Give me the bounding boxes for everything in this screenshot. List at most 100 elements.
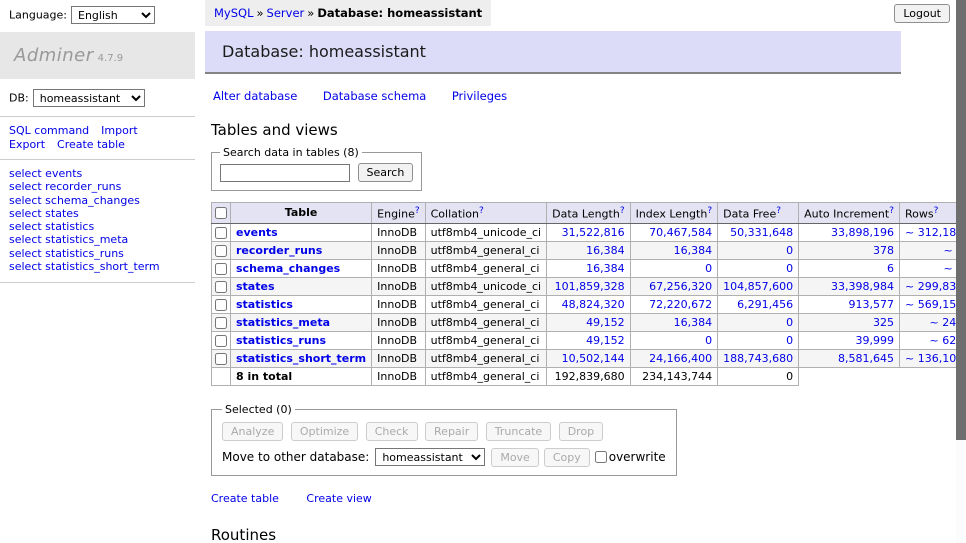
data-length-cell[interactable]: 49,152 <box>547 313 630 331</box>
import-link[interactable]: Import <box>101 124 138 137</box>
auto-increment-cell[interactable]: 39,999 <box>799 331 900 349</box>
total-engine: InnoDB <box>372 367 425 385</box>
index-length-cell[interactable]: 16,384 <box>630 313 718 331</box>
overwrite-checkbox[interactable] <box>595 451 607 463</box>
create-table-link[interactable]: Create table <box>211 492 279 505</box>
table-row: schema_changesInnoDButf8mb4_general_ci16… <box>212 259 966 277</box>
table-name-link[interactable]: statistics_short_term <box>236 352 366 365</box>
auto-increment-cell[interactable]: 325 <box>799 313 900 331</box>
logout-button[interactable]: Logout <box>894 4 950 23</box>
repair-button[interactable]: Repair <box>425 422 478 441</box>
db-select[interactable]: homeassistant <box>33 89 145 107</box>
select-all-checkbox[interactable] <box>215 207 227 219</box>
move-db-select[interactable]: homeassistant <box>375 448 485 466</box>
index-length-cell[interactable]: 70,467,584 <box>630 223 718 241</box>
move-button[interactable]: Move <box>491 448 539 467</box>
table-name-link[interactable]: events <box>236 226 278 239</box>
table-name-link[interactable]: statistics_runs <box>236 334 326 347</box>
column-help-link[interactable]: ? <box>889 206 894 216</box>
truncate-button[interactable]: Truncate <box>486 422 551 441</box>
table-name-link[interactable]: schema_changes <box>236 262 340 275</box>
row-checkbox[interactable] <box>215 245 227 257</box>
data-length-cell[interactable]: 49,152 <box>547 331 630 349</box>
column-help-link[interactable]: ? <box>776 206 781 216</box>
table-name-link[interactable]: statistics <box>236 298 293 311</box>
data-free-cell[interactable]: 50,331,648 <box>718 223 799 241</box>
language-select[interactable]: English <box>71 6 155 24</box>
sidebar-select-link[interactable]: select statistics_meta <box>9 233 195 246</box>
column-help-link[interactable]: ? <box>934 206 939 216</box>
data-length-cell[interactable]: 31,522,816 <box>547 223 630 241</box>
data-length-cell[interactable]: 48,824,320 <box>547 295 630 313</box>
analyze-button[interactable]: Analyze <box>222 422 283 441</box>
sidebar-select-link[interactable]: select states <box>9 207 195 220</box>
column-help-link[interactable]: ? <box>415 206 420 216</box>
sidebar-select-link[interactable]: select events <box>9 167 195 180</box>
column-help-link[interactable]: ? <box>620 206 625 216</box>
sidebar-select-link[interactable]: select recorder_runs <box>9 180 195 193</box>
auto-increment-cell[interactable]: 33,898,196 <box>799 223 900 241</box>
create-table-side-link[interactable]: Create table <box>57 138 125 151</box>
auto-increment-cell[interactable]: 6 <box>799 259 900 277</box>
table-name-link[interactable]: statistics_meta <box>236 316 330 329</box>
breadcrumb-mysql-link[interactable]: MySQL <box>214 6 254 20</box>
column-help-link[interactable]: ? <box>707 206 712 216</box>
table-name-cell: statistics_runs <box>231 331 372 349</box>
search-legend: Search data in tables (8) <box>220 146 362 159</box>
export-link[interactable]: Export <box>9 138 45 151</box>
row-checkbox-cell <box>212 295 231 313</box>
data-length-cell[interactable]: 16,384 <box>547 241 630 259</box>
breadcrumb-server-link[interactable]: Server <box>267 6 305 20</box>
data-free-cell[interactable]: 0 <box>718 259 799 277</box>
auto-increment-cell[interactable]: 378 <box>799 241 900 259</box>
sidebar-select-link[interactable]: select statistics <box>9 220 195 233</box>
row-checkbox[interactable] <box>215 263 227 275</box>
index-length-cell[interactable]: 72,220,672 <box>630 295 718 313</box>
table-name-cell: recorder_runs <box>231 241 372 259</box>
index-length-cell[interactable]: 0 <box>630 331 718 349</box>
scrollbar-track[interactable] <box>956 0 966 543</box>
auto-increment-cell[interactable]: 913,577 <box>799 295 900 313</box>
table-name-link[interactable]: recorder_runs <box>236 244 322 257</box>
index-length-cell[interactable]: 67,256,320 <box>630 277 718 295</box>
row-checkbox[interactable] <box>215 299 227 311</box>
check-button[interactable]: Check <box>366 422 418 441</box>
optimize-button[interactable]: Optimize <box>291 422 358 441</box>
index-length-cell[interactable]: 16,384 <box>630 241 718 259</box>
data-length-cell[interactable]: 101,859,328 <box>547 277 630 295</box>
data-length-cell[interactable]: 16,384 <box>547 259 630 277</box>
copy-button[interactable]: Copy <box>544 448 590 467</box>
auto-increment-cell[interactable]: 33,398,984 <box>799 277 900 295</box>
alter-database-link[interactable]: Alter database <box>213 89 297 103</box>
data-free-cell[interactable]: 6,291,456 <box>718 295 799 313</box>
sidebar-select-link[interactable]: select statistics_short_term <box>9 260 195 273</box>
column-header-data-free: Data Free? <box>718 203 799 224</box>
index-length-cell[interactable]: 0 <box>630 259 718 277</box>
index-length-cell[interactable]: 24,166,400 <box>630 349 718 367</box>
data-free-cell[interactable]: 0 <box>718 313 799 331</box>
row-checkbox[interactable] <box>215 353 227 365</box>
row-checkbox[interactable] <box>215 227 227 239</box>
data-free-cell[interactable]: 0 <box>718 241 799 259</box>
sql-command-link[interactable]: SQL command <box>9 124 89 137</box>
table-name-link[interactable]: states <box>236 280 275 293</box>
data-length-cell[interactable]: 10,502,144 <box>547 349 630 367</box>
create-view-link[interactable]: Create view <box>306 492 371 505</box>
row-checkbox[interactable] <box>215 281 227 293</box>
data-free-cell[interactable]: 104,857,600 <box>718 277 799 295</box>
database-schema-link[interactable]: Database schema <box>323 89 426 103</box>
row-checkbox[interactable] <box>215 335 227 347</box>
search-button[interactable]: Search <box>358 163 414 182</box>
row-checkbox[interactable] <box>215 317 227 329</box>
total-index-length: 234,143,744 <box>630 367 718 385</box>
search-input[interactable] <box>220 164 350 182</box>
data-free-cell[interactable]: 188,743,680 <box>718 349 799 367</box>
column-help-link[interactable]: ? <box>479 206 484 216</box>
data-free-cell[interactable]: 0 <box>718 331 799 349</box>
sidebar-select-link[interactable]: select schema_changes <box>9 194 195 207</box>
auto-increment-cell[interactable]: 8,581,645 <box>799 349 900 367</box>
sidebar-select-link[interactable]: select statistics_runs <box>9 247 195 260</box>
scrollbar-thumb[interactable] <box>956 0 966 440</box>
drop-button[interactable]: Drop <box>559 422 603 441</box>
privileges-link[interactable]: Privileges <box>452 89 507 103</box>
